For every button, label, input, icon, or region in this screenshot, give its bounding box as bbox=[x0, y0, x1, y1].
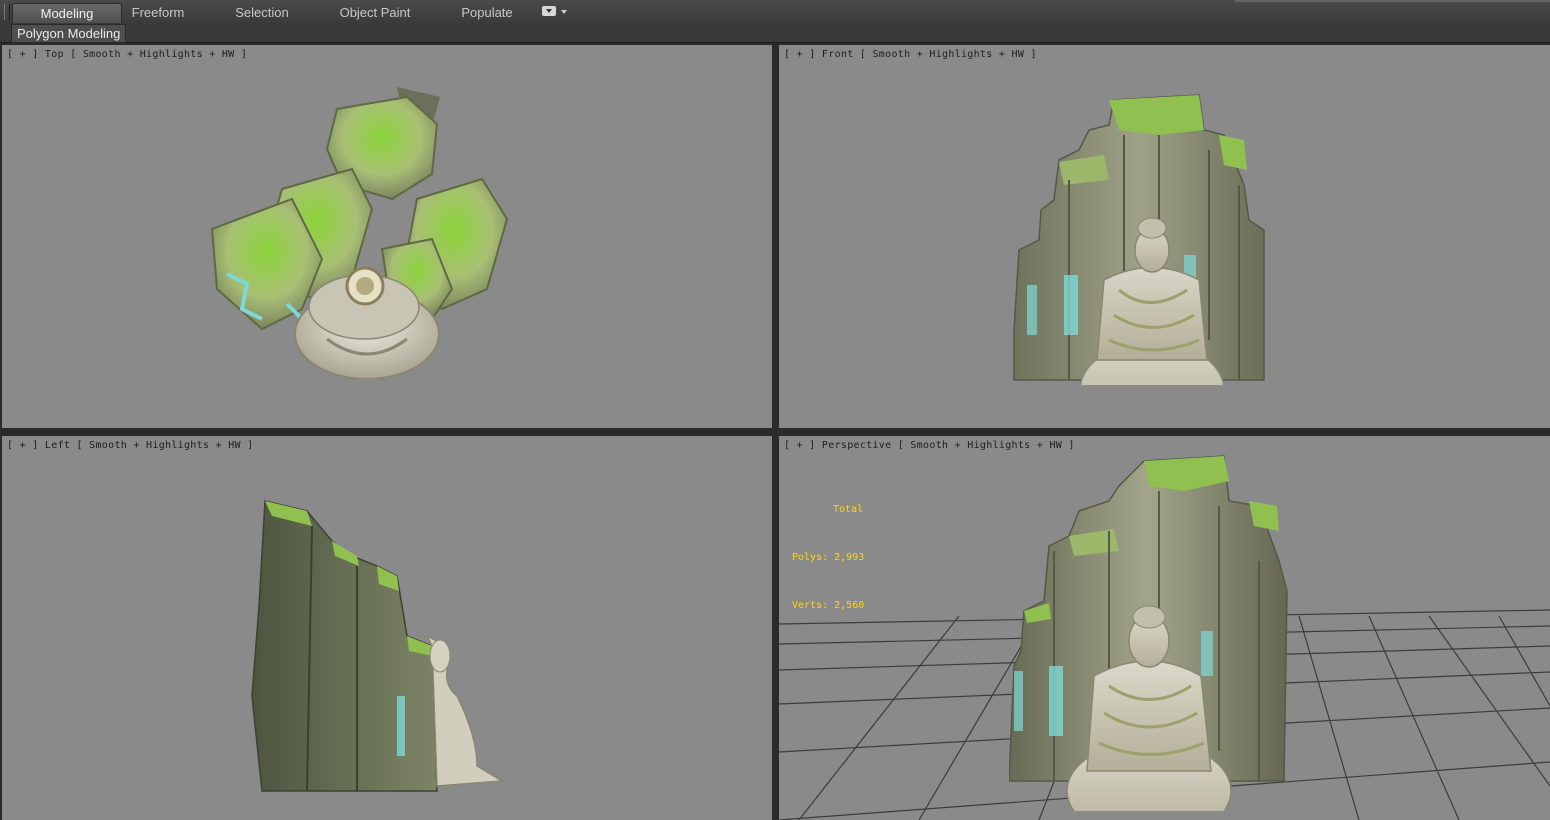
stats-title: Total bbox=[833, 504, 864, 515]
model-top-view bbox=[210, 87, 509, 379]
viewport-front[interactable]: [ + ] Front [ Smooth + Highlights + HW ] bbox=[779, 45, 1550, 428]
model-left-view bbox=[251, 500, 505, 792]
viewport-left[interactable]: [ + ] Left [ Smooth + Highlights + HW ] bbox=[2, 436, 772, 820]
tab-freeform[interactable]: Freeform bbox=[112, 3, 204, 22]
viewport-perspective[interactable]: [ + ] Perspective [ Smooth + Highlights … bbox=[779, 436, 1550, 820]
model-perspective-view bbox=[1009, 455, 1288, 811]
stats-polys: Polys: 2,993 bbox=[792, 552, 865, 563]
viewport-label-top[interactable]: [ + ] Top [ Smooth + Highlights + HW ] bbox=[7, 49, 247, 60]
ribbon-divider bbox=[1235, 0, 1550, 2]
tab-selection[interactable]: Selection bbox=[214, 3, 310, 22]
ribbon-subpanel: Polygon Modeling bbox=[0, 24, 1550, 43]
viewport-top[interactable]: [ + ] Top [ Smooth + Highlights + HW ] bbox=[2, 45, 772, 428]
dropdown-more-icon[interactable] bbox=[542, 6, 570, 18]
viewport-label-perspective[interactable]: [ + ] Perspective [ Smooth + Highlights … bbox=[784, 440, 1075, 451]
ribbon-toolbar: Modeling Freeform Selection Object Paint… bbox=[0, 0, 1550, 25]
model-front-view bbox=[1013, 94, 1265, 385]
tab-object-paint[interactable]: Object Paint bbox=[322, 3, 428, 22]
tab-populate[interactable]: Populate bbox=[440, 3, 534, 22]
tab-modeling[interactable]: Modeling bbox=[12, 3, 122, 23]
ribbon-grip-handle[interactable] bbox=[4, 4, 10, 20]
viewport-label-left[interactable]: [ + ] Left [ Smooth + Highlights + HW ] bbox=[7, 440, 254, 451]
polygon-modeling-tab[interactable]: Polygon Modeling bbox=[11, 24, 127, 43]
viewport-label-front[interactable]: [ + ] Front [ Smooth + Highlights + HW ] bbox=[784, 49, 1037, 60]
